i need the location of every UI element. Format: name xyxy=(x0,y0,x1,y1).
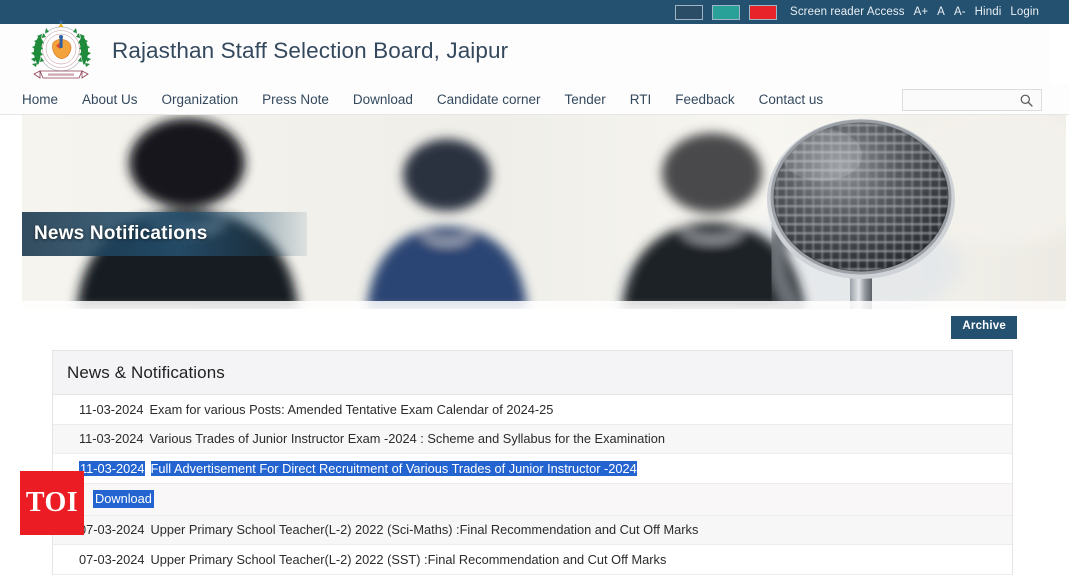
nav-item-feedback[interactable]: Feedback xyxy=(675,89,734,110)
theme-swatch-dark-button[interactable] xyxy=(675,4,704,20)
page-title: Rajasthan Staff Selection Board, Jaipur xyxy=(112,38,509,63)
toi-watermark-logo: TOI xyxy=(20,471,84,535)
download-link[interactable]: Download xyxy=(93,490,154,508)
nav-item-home[interactable]: Home xyxy=(22,89,58,110)
news-title[interactable]: Various Trades of Junior Instructor Exam… xyxy=(150,431,665,446)
news-notifications-header: News & Notifications xyxy=(53,351,1012,395)
search-icon[interactable] xyxy=(1015,90,1037,110)
news-date: 11-03-2024 xyxy=(79,401,144,417)
nav-item-contact-us[interactable]: Contact us xyxy=(759,89,824,110)
theme-swatch-teal-button[interactable] xyxy=(712,4,741,20)
rajasthan-emblem-icon xyxy=(26,16,96,86)
news-title[interactable]: Upper Primary School Teacher(L-2) 2022 (… xyxy=(150,522,698,537)
login-link[interactable]: Login xyxy=(1010,6,1039,18)
search-input[interactable] xyxy=(903,90,1015,110)
masthead-right-edge xyxy=(1050,24,1069,84)
news-notifications-panel: News & Notifications 11-03-2024 Exam for… xyxy=(52,350,1013,575)
hero-banner: News Notifications xyxy=(22,115,1066,309)
nav-item-tender[interactable]: Tender xyxy=(565,89,606,110)
top-utility-bar-items: Screen reader Access A+ A A- Hindi Login xyxy=(675,0,1039,24)
toi-watermark-text: TOI xyxy=(25,487,79,518)
table-row[interactable]: 11-03-2024 Various Trades of Junior Inst… xyxy=(53,424,1012,454)
archive-button[interactable]: Archive xyxy=(951,316,1017,339)
nav-item-rti[interactable]: RTI xyxy=(630,89,652,110)
table-row[interactable]: 11-03-2024 Exam for various Posts: Amend… xyxy=(53,395,1012,425)
hero-caption: News Notifications xyxy=(22,212,307,256)
nav-item-candidate-corner[interactable]: Candidate corner xyxy=(437,89,541,110)
language-hindi-link[interactable]: Hindi xyxy=(975,6,1002,18)
search-box xyxy=(902,89,1042,111)
nav-item-press-note[interactable]: Press Note xyxy=(262,89,329,110)
screen-reader-access-link[interactable]: Screen reader Access xyxy=(790,6,905,18)
news-date: 11-03-2024 xyxy=(79,431,144,447)
font-increase-button[interactable]: A+ xyxy=(914,6,929,18)
masthead: Rajasthan Staff Selection Board, Jaipur xyxy=(0,20,1069,84)
news-title[interactable]: Upper Primary School Teacher(L-2) 2022 (… xyxy=(150,552,666,567)
table-row[interactable]: 07-03-2024 Upper Primary School Teacher(… xyxy=(53,515,1012,545)
news-date: 07-03-2024 xyxy=(79,551,145,567)
table-row[interactable]: 07-03-2024 Upper Primary School Teacher(… xyxy=(53,545,1012,575)
nav-item-download[interactable]: Download xyxy=(353,89,413,110)
hero-caption-text: News Notifications xyxy=(34,223,208,244)
news-title[interactable]: Full Advertisement For Direct Recruitmen… xyxy=(150,460,637,476)
nav-item-about-us[interactable]: About Us xyxy=(82,89,138,110)
main-navigation-items: Home About Us Organization Press Note Do… xyxy=(22,84,823,115)
news-date: 07-03-2024 xyxy=(79,522,145,538)
font-normal-button[interactable]: A xyxy=(937,6,945,18)
news-date: 11-03-2024 xyxy=(79,460,145,476)
news-notifications-title: News & Notifications xyxy=(67,362,225,382)
page-root: Screen reader Access A+ A A- Hindi Login xyxy=(0,0,1069,580)
font-decrease-button[interactable]: A- xyxy=(954,6,966,18)
main-navigation: Home About Us Organization Press Note Do… xyxy=(0,84,1069,115)
news-title[interactable]: Exam for various Posts: Amended Tentativ… xyxy=(150,402,554,417)
top-utility-bar: Screen reader Access A+ A A- Hindi Login xyxy=(0,0,1069,24)
table-row-selected[interactable]: 11-03-2024 Full Advertisement For Direct… xyxy=(53,454,1012,484)
nav-item-organization[interactable]: Organization xyxy=(162,89,239,110)
theme-swatch-red-button[interactable] xyxy=(749,4,778,20)
download-row: Download xyxy=(53,483,1012,516)
